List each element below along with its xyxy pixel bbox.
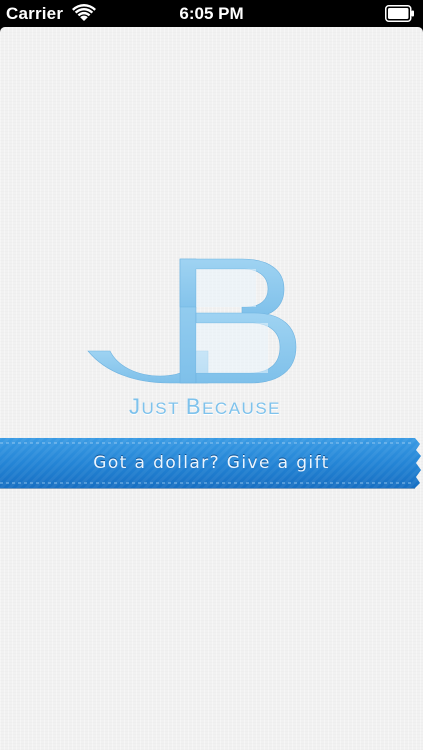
brand-name: JUST BECAUSE bbox=[80, 394, 330, 420]
battery-icon bbox=[385, 5, 414, 22]
main-content bbox=[0, 27, 423, 750]
status-time: 6:05 PM bbox=[179, 4, 244, 23]
brand-name-part1: UST bbox=[141, 399, 186, 418]
tagline-text: Got a dollar? Give a gift bbox=[93, 453, 330, 473]
tagline-ribbon: Got a dollar? Give a gift bbox=[0, 436, 423, 490]
jb-logo bbox=[87, 258, 297, 384]
brand-name-part2: ECAUSE bbox=[202, 399, 282, 418]
status-bar: Carrier 6:05 PM bbox=[0, 0, 423, 27]
brand-initial-j: J bbox=[128, 394, 142, 419]
app-screen: Carrier 6:05 PM JUST BECAUSE Got a dolla… bbox=[0, 0, 423, 750]
brand-initial-b: B bbox=[185, 394, 203, 419]
